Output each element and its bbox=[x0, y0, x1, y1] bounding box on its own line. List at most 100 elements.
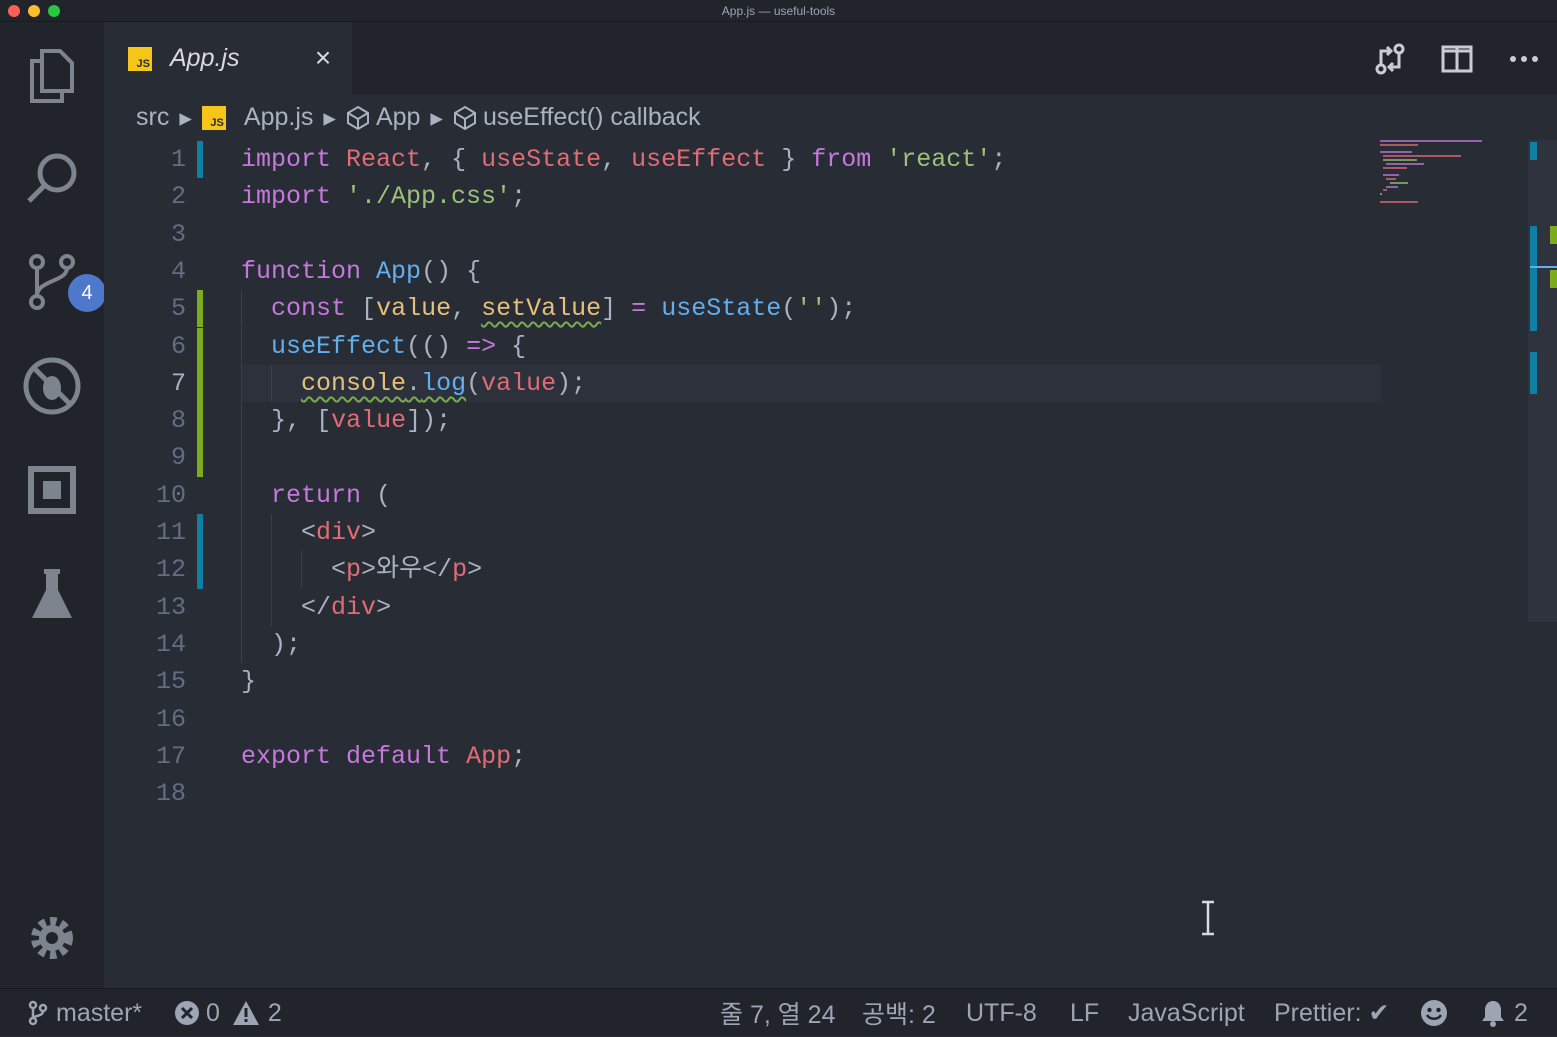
javascript-file-icon: JS bbox=[128, 46, 152, 71]
line-number: 3 bbox=[170, 219, 186, 249]
split-editor-icon[interactable] bbox=[1423, 22, 1490, 95]
cursor-position[interactable]: 줄 7, 열 24 bbox=[720, 989, 836, 1037]
breadcrumb-component[interactable]: App bbox=[346, 103, 420, 132]
notifications-indicator[interactable]: 2 bbox=[1480, 989, 1528, 1037]
line-number: 17 bbox=[155, 741, 186, 771]
breadcrumb-file[interactable]: JS App.js bbox=[201, 103, 313, 132]
window-maximize-button[interactable] bbox=[48, 5, 60, 17]
code-line[interactable]: 16 bbox=[104, 701, 1528, 738]
indent-guide bbox=[241, 625, 242, 664]
line-number: 8 bbox=[170, 406, 186, 436]
symbol-method-icon bbox=[453, 105, 476, 130]
line-number: 7 bbox=[170, 368, 186, 398]
code-text: useEffect(() => { bbox=[271, 331, 527, 361]
code-editor[interactable]: 1 import React, { useState, useEffect } f… bbox=[104, 140, 1528, 988]
line-number: 13 bbox=[155, 592, 186, 622]
code-line[interactable]: 13 </div> bbox=[104, 588, 1528, 626]
code-text: return ( bbox=[271, 480, 392, 510]
explorer-icon[interactable] bbox=[20, 44, 84, 108]
code-line[interactable]: 1 import React, { useState, useEffect } f… bbox=[104, 141, 1528, 179]
window-title: App.js — useful-tools bbox=[721, 4, 836, 18]
line-number: 11 bbox=[155, 518, 186, 547]
settings-gear-icon[interactable] bbox=[20, 906, 84, 970]
code-text: console.log(value); bbox=[241, 364, 1381, 403]
tab-close-icon[interactable]: × bbox=[309, 44, 337, 72]
code-line[interactable]: 12 <p>와우</p> bbox=[104, 551, 1528, 589]
problems-indicator[interactable]: 0 2 bbox=[174, 989, 282, 1037]
editor-actions bbox=[1356, 22, 1557, 95]
feedback-smiley-icon[interactable] bbox=[1420, 989, 1448, 1037]
breadcrumb-callback[interactable]: useEffect() callback bbox=[453, 103, 701, 132]
line-number: 14 bbox=[155, 629, 186, 659]
code-line[interactable]: 2 import './App.css'; bbox=[104, 178, 1528, 215]
language-mode[interactable]: JavaScript bbox=[1128, 989, 1245, 1037]
minimap-line bbox=[1383, 174, 1400, 177]
code-text: import './App.css'; bbox=[241, 182, 527, 212]
minimap-line bbox=[1380, 193, 1382, 196]
code-line[interactable]: 18 bbox=[104, 775, 1528, 812]
search-icon[interactable] bbox=[20, 146, 84, 210]
minimap-line bbox=[1380, 200, 1418, 203]
source-control-icon[interactable]: 4 bbox=[20, 250, 106, 314]
indentation-setting[interactable]: 공백: 2 bbox=[862, 989, 936, 1037]
debug-icon[interactable] bbox=[20, 354, 84, 418]
eol-setting[interactable]: LF bbox=[1070, 989, 1099, 1037]
scrollbar-change-marker bbox=[1550, 226, 1557, 244]
code-text: <div> bbox=[301, 518, 377, 547]
indent-guide bbox=[271, 364, 272, 403]
code-line[interactable]: 15} bbox=[104, 663, 1528, 700]
code-line[interactable]: 14 ); bbox=[104, 625, 1528, 664]
chevron-right-icon: ▸ bbox=[430, 103, 443, 132]
indent-guide bbox=[241, 290, 242, 328]
symbol-method-icon bbox=[346, 105, 369, 130]
code-line[interactable]: 6 useEffect(() => { bbox=[104, 327, 1528, 365]
minimap[interactable] bbox=[1376, 138, 1506, 218]
branch-indicator[interactable]: master* bbox=[28, 989, 142, 1037]
indent-guide bbox=[241, 514, 242, 552]
indent-guide bbox=[241, 476, 242, 514]
prettier-status[interactable]: Prettier: ✔ bbox=[1274, 989, 1389, 1037]
code-line[interactable]: 9 bbox=[104, 439, 1528, 477]
code-text: <p>와우</p> bbox=[331, 555, 483, 585]
vertical-scrollbar[interactable] bbox=[1528, 140, 1557, 988]
line-number: 12 bbox=[155, 555, 186, 585]
code-line[interactable]: 8 }, [value]); bbox=[104, 402, 1528, 440]
minimap-line bbox=[1380, 143, 1418, 146]
tab-bar: JS App.js × bbox=[104, 22, 1557, 95]
minimap-line bbox=[1383, 166, 1408, 169]
code-text: function App() { bbox=[241, 256, 482, 286]
scrollbar-change-marker bbox=[1530, 226, 1537, 331]
code-line[interactable]: 3 bbox=[104, 216, 1528, 253]
minimap-line bbox=[1389, 181, 1408, 184]
extensions-icon[interactable] bbox=[20, 458, 84, 522]
gutter-change-marker bbox=[197, 290, 203, 328]
indent-guide bbox=[241, 588, 242, 626]
code-line[interactable]: 11 <div> bbox=[104, 514, 1528, 552]
bell-icon bbox=[1482, 1001, 1504, 1027]
code-line[interactable]: 7 console.log(value); bbox=[104, 364, 1528, 403]
more-actions-icon[interactable] bbox=[1490, 22, 1557, 95]
tab-app-js[interactable]: JS App.js × bbox=[104, 22, 352, 95]
code-text: ); bbox=[271, 629, 302, 659]
minimap-line bbox=[1380, 140, 1482, 142]
line-number: 2 bbox=[170, 182, 186, 212]
code-line[interactable]: 5 const [value, setValue] = useState('')… bbox=[104, 290, 1528, 328]
code-line[interactable]: 17 export default App; bbox=[104, 738, 1528, 775]
testing-flask-icon[interactable] bbox=[20, 562, 84, 626]
line-number: 18 bbox=[155, 779, 186, 809]
line-number: 15 bbox=[155, 667, 186, 697]
line-number: 5 bbox=[170, 294, 186, 324]
open-changes-icon[interactable] bbox=[1356, 22, 1423, 95]
minimap-line bbox=[1386, 185, 1399, 188]
code-line[interactable]: 10 return ( bbox=[104, 476, 1528, 514]
scrollbar-change-marker bbox=[1530, 352, 1537, 394]
window-minimize-button[interactable] bbox=[28, 5, 40, 17]
window-close-button[interactable] bbox=[8, 5, 20, 17]
gutter-change-marker bbox=[197, 364, 203, 403]
breadcrumb-src[interactable]: src bbox=[136, 103, 169, 132]
code-line[interactable]: 4 function App() { bbox=[104, 253, 1528, 290]
mouse-ibeam-cursor bbox=[1202, 900, 1214, 936]
encoding-setting[interactable]: UTF-8 bbox=[966, 989, 1037, 1037]
